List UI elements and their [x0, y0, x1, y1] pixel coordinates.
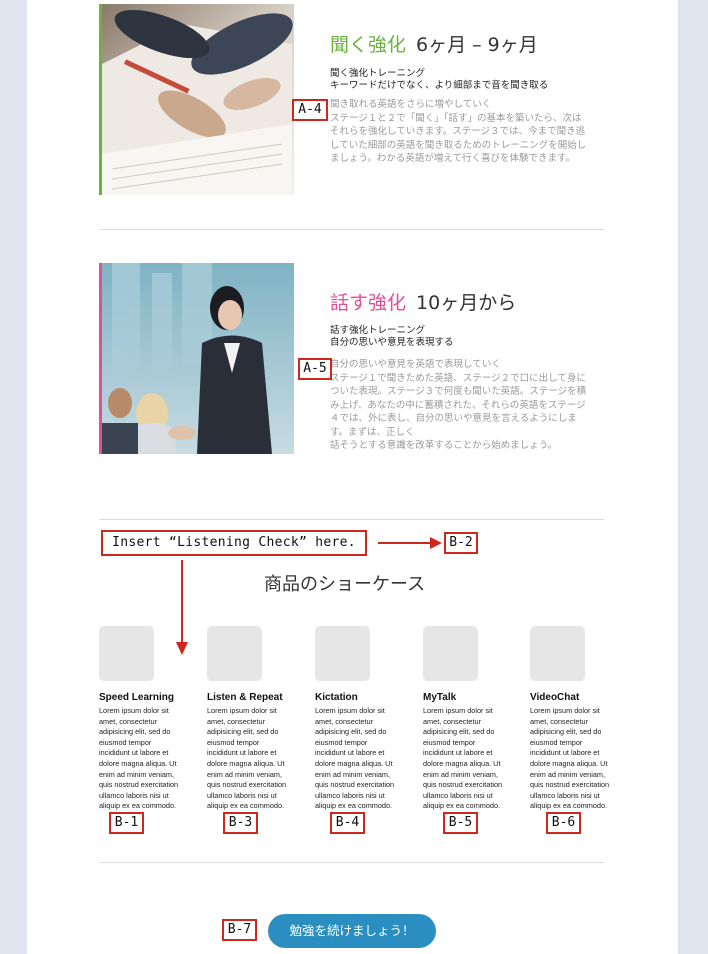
annotation-b6: B-6 [546, 812, 581, 834]
annotation-b1: B-1 [109, 812, 144, 834]
product-description: Lorem ipsum dolor sit amet, consectetur … [530, 706, 610, 811]
showcase-title: 商品のショーケース [264, 574, 426, 595]
product-thumbnail [99, 626, 154, 681]
product-thumbnail [423, 626, 478, 681]
annotation-b3: B-3 [223, 812, 258, 834]
stage-speaking-subtitle: 話す強化トレーニング 自分の思いや意見を表現する [330, 325, 454, 349]
stage-speaking-image [99, 263, 294, 454]
product-thumbnail [530, 626, 585, 681]
annotation-b4: B-4 [330, 812, 365, 834]
stage-title: 話す強化 [330, 292, 407, 314]
product-name: MyTalk [423, 692, 457, 703]
stage-speaking-title: 話す強化 10ヶ月から [330, 288, 516, 315]
stage-listening-subtitle: 聞く強化トレーニング キーワードだけでなく、より細部まで音を聞き取る [330, 68, 548, 92]
product-thumbnail [315, 626, 370, 681]
stage-listening-body: 聞き取れる英語をさらに増やしていく ステージ１と２で「聞く」「話す」の基本を築い… [330, 99, 587, 164]
subtitle-line-1: 聞く強化トレーニング [330, 68, 426, 79]
subtitle-line-2: キーワードだけでなく、より細部まで音を聞き取る [330, 80, 549, 91]
section-divider [99, 229, 604, 230]
subtitle-line-2: 自分の思いや意見を表現する [330, 337, 454, 348]
stage-title: 聞く強化 [330, 34, 407, 56]
stage-duration: 6ヶ月 – 9ヶ月 [416, 34, 538, 56]
product-description: Lorem ipsum dolor sit amet, consectetur … [207, 706, 287, 811]
product-description: Lorem ipsum dolor sit amet, consectetur … [99, 706, 179, 811]
product-description: Lorem ipsum dolor sit amet, consectetur … [315, 706, 395, 811]
product-name: Speed Learning [99, 692, 175, 703]
stage-listening-image [99, 4, 294, 195]
product-card[interactable]: Listen & Repeat Lorem ipsum dolor sit am… [207, 626, 289, 812]
subtitle-line-1: 話す強化トレーニング [330, 325, 426, 336]
product-card[interactable]: Kictation Lorem ipsum dolor sit amet, co… [315, 626, 397, 812]
product-name: Kictation [315, 692, 358, 703]
product-card[interactable]: VideoChat Lorem ipsum dolor sit amet, co… [530, 626, 612, 812]
stage-speaking-body: 自分の思いや意見を英語で表現していく ステージ１で聞きためた英語、ステージ２で口… [330, 359, 587, 451]
arrow-right-icon [378, 537, 442, 549]
annotation-b5: B-5 [443, 812, 478, 834]
continue-study-button[interactable]: 勉強を続けましょう！ [268, 914, 436, 948]
annotation-b7: B-7 [222, 919, 257, 941]
product-name: VideoChat [530, 692, 580, 703]
section-divider [99, 519, 604, 520]
product-name: Listen & Repeat [207, 692, 283, 703]
stage-listening-title: 聞く強化 6ヶ月 – 9ヶ月 [330, 30, 538, 57]
product-card[interactable]: Speed Learning Lorem ipsum dolor sit ame… [99, 626, 181, 812]
stage-duration: 10ヶ月から [416, 292, 517, 314]
section-divider [99, 862, 604, 863]
annotation-a4: A-4 [292, 99, 328, 121]
product-card[interactable]: MyTalk Lorem ipsum dolor sit amet, conse… [423, 626, 505, 812]
insert-note: Insert “Listening Check” here. [101, 530, 367, 556]
product-description: Lorem ipsum dolor sit amet, consectetur … [423, 706, 503, 811]
annotation-b2: B-2 [444, 532, 478, 554]
product-thumbnail [207, 626, 262, 681]
annotation-a5: A-5 [298, 358, 332, 380]
